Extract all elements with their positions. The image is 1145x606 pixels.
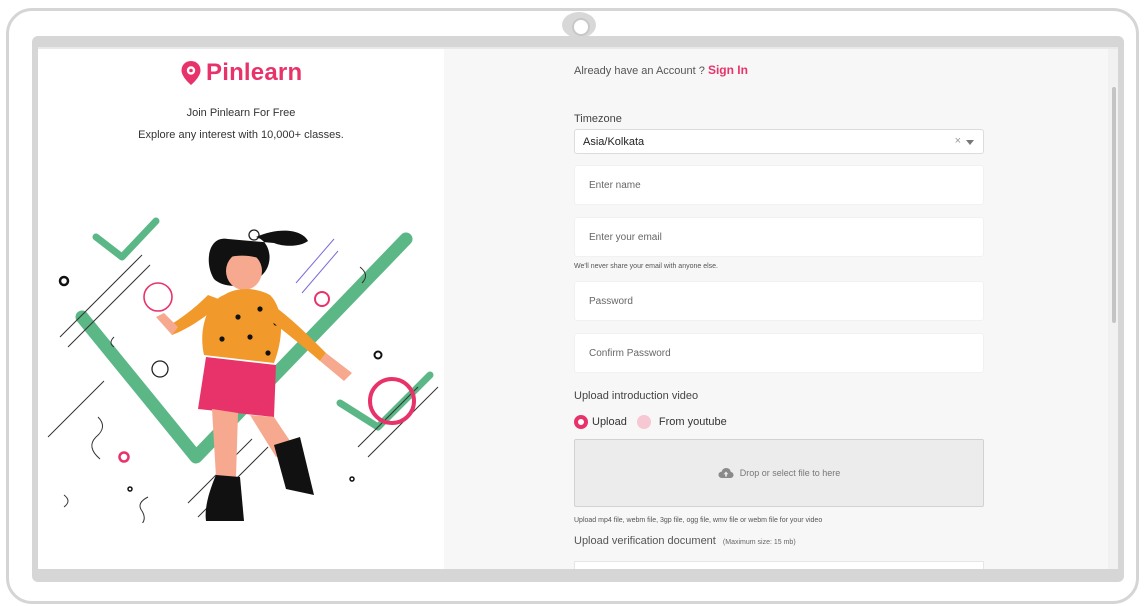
password-input[interactable]	[574, 281, 984, 321]
already-account-text: Already have an Account ?	[574, 65, 705, 77]
verification-size-note: (Maximum size: 15 mb)	[722, 539, 796, 546]
upload-radio[interactable]	[574, 415, 588, 429]
device-camera	[562, 12, 596, 38]
chevron-down-icon[interactable]	[966, 140, 974, 145]
video-dropzone[interactable]: Drop or select file to here	[574, 439, 984, 507]
left-panel: Pinlearn Join Pinlearn For Free Explore …	[38, 49, 444, 569]
timezone-select[interactable]: Asia/Kolkata ×	[574, 129, 984, 154]
verification-upload-field[interactable]	[574, 561, 984, 569]
timezone-value: Asia/Kolkata	[583, 136, 645, 148]
signup-form-panel: Already have an Account ? Sign In Timezo…	[444, 49, 1114, 569]
brand-name: Pinlearn	[206, 59, 303, 86]
upload-video-label: Upload introduction video	[574, 390, 699, 402]
upload-radio-label[interactable]: Upload	[592, 416, 627, 428]
email-input[interactable]	[574, 217, 984, 257]
brand-logo[interactable]: Pinlearn	[180, 59, 302, 87]
location-pin-icon	[181, 61, 201, 85]
confirm-password-input[interactable]	[574, 333, 984, 373]
email-help-text: We'll never share your email with anyone…	[574, 263, 718, 270]
explore-text: Explore any interest with 10,000+ classe…	[138, 129, 344, 141]
close-icon[interactable]: ×	[955, 135, 961, 147]
video-help-text: Upload mp4 file, webm file, 3gp file, og…	[574, 517, 823, 524]
join-text: Join Pinlearn For Free	[186, 107, 296, 119]
scrollbar-thumb[interactable]	[1112, 87, 1116, 323]
signin-row: Already have an Account ? Sign In	[574, 63, 748, 77]
video-source-radio-group: Upload From youtube	[574, 415, 727, 429]
dropzone-text: Drop or select file to here	[739, 468, 841, 478]
verification-doc-label: Upload verification document (Maximum si…	[574, 535, 796, 547]
timezone-label: Timezone	[574, 113, 622, 125]
signin-link[interactable]: Sign In	[708, 63, 748, 77]
youtube-radio[interactable]	[636, 415, 651, 429]
verification-label-text: Upload verification document	[574, 535, 716, 547]
hero-illustration	[47, 217, 439, 523]
name-input[interactable]	[574, 165, 984, 205]
cloud-upload-icon	[718, 468, 734, 478]
screen: Pinlearn Join Pinlearn For Free Explore …	[38, 47, 1118, 569]
youtube-radio-label[interactable]: From youtube	[659, 416, 727, 428]
